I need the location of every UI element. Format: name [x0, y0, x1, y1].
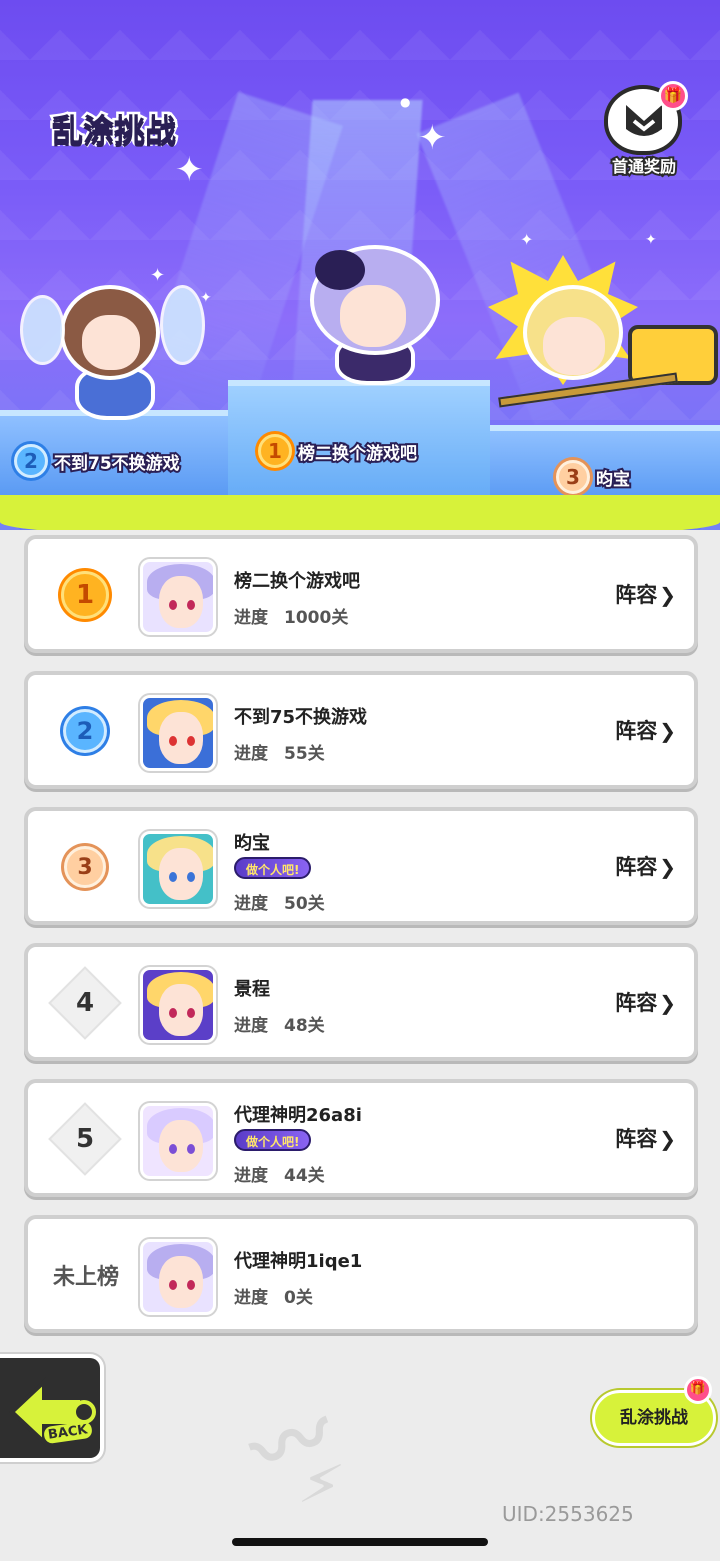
- rank-badge: 3: [46, 837, 124, 897]
- player-name: 代理神明1iqe1: [234, 1251, 363, 1272]
- sparkle-icon: ✦: [520, 230, 534, 249]
- rank-badge: 2: [46, 701, 124, 761]
- page-title: 乱涂挑战: [50, 111, 179, 152]
- sparkle-icon: ✦: [418, 118, 447, 158]
- lineup-button[interactable]: 阵容 ❯: [615, 1123, 676, 1153]
- rank-3-medal-icon: 3: [64, 846, 106, 888]
- rank-3-medal-icon: 3: [556, 460, 590, 494]
- slime-divider: [0, 495, 720, 530]
- table-row: 4 景程 进度 48关 阵容 ❯: [24, 943, 698, 1061]
- first-clear-reward-button[interactable]: 🎁 首通奖励: [598, 81, 690, 180]
- rank-badge: 1: [46, 565, 124, 625]
- player-name: 不到75不换游戏: [234, 707, 368, 728]
- rank-badge: 5: [46, 1102, 124, 1176]
- table-row: 3 昀宝 做个人吧! 进度 50关 阵容 ❯: [24, 807, 698, 925]
- lineup-button[interactable]: 阵容 ❯: [615, 851, 676, 881]
- lineup-button[interactable]: 阵容 ❯: [615, 987, 676, 1017]
- podium-name-first: 1 榜二换个游戏吧: [258, 434, 419, 468]
- podium-stage: ✦ ✦ ● ✦ ✦ ✦ ✦ 2 不到75不换游戏 1 榜二换个游戏吧 3 昀宝: [0, 0, 720, 530]
- uid-label: UID:2553625: [502, 1502, 634, 1526]
- avatar[interactable]: [140, 1103, 216, 1179]
- lineup-button[interactable]: 阵容 ❯: [615, 715, 676, 745]
- character-second[interactable]: [20, 265, 205, 425]
- rank-1-medal-icon: 1: [61, 571, 109, 619]
- player-name: 代理神明26a8i: [234, 1105, 362, 1126]
- rank-number: 5: [48, 1102, 122, 1176]
- chevron-right-icon: ❯: [659, 583, 676, 607]
- chevron-right-icon: ❯: [659, 991, 676, 1015]
- avatar[interactable]: [140, 967, 216, 1043]
- avatar[interactable]: [140, 559, 216, 635]
- player-name: 景程: [234, 979, 270, 1000]
- chevron-right-icon: ❯: [659, 1127, 676, 1151]
- progress-text: 进度 50关: [234, 894, 325, 914]
- title-tag: 做个人吧!: [234, 1129, 312, 1151]
- sparkle-icon: ✦: [175, 150, 204, 190]
- gift-icon: 🎁: [658, 81, 688, 111]
- podium-name-third: 3 昀宝: [556, 460, 632, 494]
- rank-number: 4: [48, 966, 122, 1040]
- unranked-label: 未上榜: [52, 1265, 119, 1290]
- avatar[interactable]: [140, 831, 216, 907]
- table-row: 5 代理神明26a8i 做个人吧! 进度 44关 阵容 ❯: [24, 1079, 698, 1197]
- player-name: 昀宝: [234, 833, 270, 854]
- progress-text: 进度 44关: [234, 1166, 325, 1186]
- character-third[interactable]: [478, 255, 720, 425]
- podium-name-second: 2 不到75不换游戏: [14, 444, 182, 478]
- progress-text: 进度 48关: [234, 1016, 325, 1036]
- title-tag: 做个人吧!: [234, 857, 312, 879]
- player-name: 榜二换个游戏吧: [234, 571, 360, 592]
- progress-text: 进度 55关: [234, 744, 325, 764]
- sparkle-icon: ✦: [645, 232, 657, 248]
- back-button[interactable]: BACK: [0, 1354, 104, 1462]
- chevron-right-icon: ❯: [659, 855, 676, 879]
- chevron-right-icon: ❯: [659, 719, 676, 743]
- lineup-button[interactable]: 阵容 ❯: [615, 579, 676, 609]
- home-indicator[interactable]: [232, 1538, 488, 1546]
- progress-text: 进度 0关: [234, 1288, 313, 1308]
- avatar[interactable]: [140, 695, 216, 771]
- rank-1-medal-icon: 1: [258, 434, 292, 468]
- avatar[interactable]: [140, 1239, 216, 1315]
- table-row: 1 榜二换个游戏吧 进度 1000关 阵容 ❯: [24, 535, 698, 653]
- rank-2-medal-icon: 2: [63, 709, 107, 753]
- table-row: 2 不到75不换游戏 进度 55关 阵容 ❯: [24, 671, 698, 789]
- gift-icon: 🎁: [684, 1376, 712, 1404]
- rank-badge: 4: [46, 966, 124, 1040]
- rank-2-medal-icon: 2: [14, 444, 48, 478]
- table-row-self: 未上榜 代理神明1iqe1 进度 0关: [24, 1215, 698, 1333]
- character-first[interactable]: [295, 245, 455, 390]
- sparkle-icon: ●: [400, 95, 411, 109]
- progress-text: 进度 1000关: [234, 608, 349, 628]
- rank-badge: 未上榜: [36, 1245, 136, 1305]
